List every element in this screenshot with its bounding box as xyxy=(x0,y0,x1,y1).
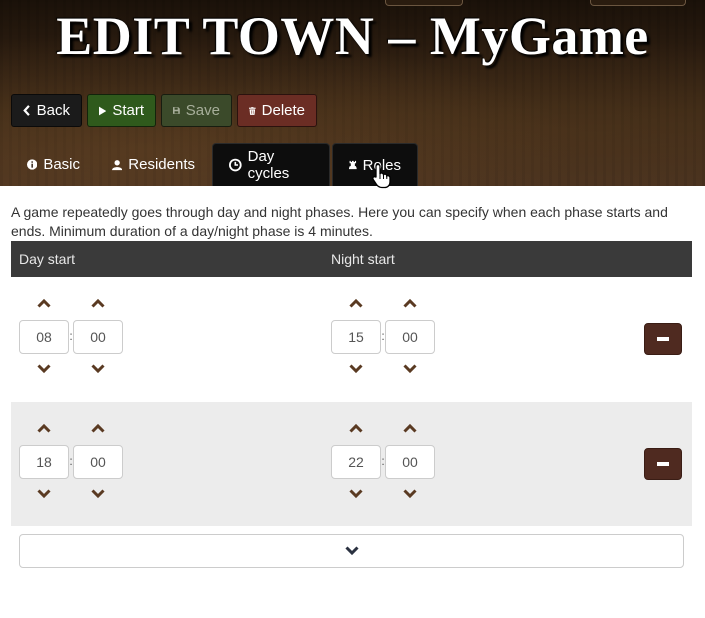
cycle-row: : : xyxy=(11,402,692,526)
chevron-up-icon xyxy=(91,298,105,308)
hour-decrement-button[interactable] xyxy=(341,359,371,379)
tab-label: Basic xyxy=(43,156,80,173)
chevron-down-icon xyxy=(91,364,105,374)
chevron-down-icon xyxy=(349,489,363,499)
hour-input[interactable] xyxy=(331,445,381,479)
minute-increment-button[interactable] xyxy=(83,418,113,438)
minute-input[interactable] xyxy=(73,320,123,354)
save-button-label: Save xyxy=(185,102,220,119)
chevron-up-icon xyxy=(37,423,51,433)
minute-input[interactable] xyxy=(73,445,123,479)
chevron-up-icon xyxy=(403,298,417,308)
tab-label: Residents xyxy=(128,156,195,173)
remove-cycle-button[interactable] xyxy=(644,323,682,355)
day-cycles-description: A game repeatedly goes through day and n… xyxy=(11,204,668,239)
back-button[interactable]: Back xyxy=(11,94,82,127)
chevron-down-icon xyxy=(91,489,105,499)
chevron-left-icon xyxy=(23,105,30,116)
tab-day-cycles[interactable]: Day cycles xyxy=(212,143,330,186)
minute-decrement-button[interactable] xyxy=(83,359,113,379)
hour-input[interactable] xyxy=(331,320,381,354)
hour-decrement-button[interactable] xyxy=(29,484,59,504)
minute-input[interactable] xyxy=(385,320,435,354)
minute-input[interactable] xyxy=(385,445,435,479)
chess-rook-icon xyxy=(349,160,357,170)
delete-button-label: Delete xyxy=(261,102,305,119)
chevron-up-icon xyxy=(91,423,105,433)
clock-icon xyxy=(229,158,242,172)
chevron-up-icon xyxy=(349,423,363,433)
hour-increment-button[interactable] xyxy=(29,293,59,313)
hour-decrement-button[interactable] xyxy=(29,359,59,379)
tab-basic[interactable]: Basic xyxy=(11,143,96,186)
minute-increment-button[interactable] xyxy=(395,418,425,438)
chevron-up-icon xyxy=(37,298,51,308)
minute-increment-button[interactable] xyxy=(83,293,113,313)
day-start-timepicker: : xyxy=(19,277,139,401)
chevron-down-icon xyxy=(349,364,363,374)
tab-roles[interactable]: Roles xyxy=(332,143,418,186)
hour-increment-button[interactable] xyxy=(341,418,371,438)
tab-bar: Basic Residents Day cycles Roles xyxy=(11,143,418,186)
start-button[interactable]: Start xyxy=(87,94,156,127)
chevron-down-icon xyxy=(403,489,417,499)
chevron-down-icon xyxy=(344,546,359,556)
hour-increment-button[interactable] xyxy=(341,293,371,313)
toolbar: Back Start Save Delete xyxy=(11,94,317,127)
night-start-header: Night start xyxy=(331,251,395,267)
tab-label: Day cycles xyxy=(247,148,290,182)
chevron-down-icon xyxy=(403,364,417,374)
hour-decrement-button[interactable] xyxy=(341,484,371,504)
delete-button[interactable]: Delete xyxy=(237,94,317,127)
tab-label: Roles xyxy=(362,156,401,174)
hour-input[interactable] xyxy=(19,320,69,354)
hour-input[interactable] xyxy=(19,445,69,479)
night-start-timepicker: : xyxy=(331,402,451,526)
minute-increment-button[interactable] xyxy=(395,293,425,313)
back-button-label: Back xyxy=(36,102,70,119)
tab-residents[interactable]: Residents xyxy=(96,143,211,186)
minute-decrement-button[interactable] xyxy=(395,484,425,504)
add-cycle-button[interactable] xyxy=(19,534,684,568)
chevron-down-icon xyxy=(37,489,51,499)
floppy-disk-icon xyxy=(173,107,180,114)
trash-icon xyxy=(249,106,256,115)
minus-icon xyxy=(657,337,669,341)
save-button[interactable]: Save xyxy=(161,94,232,127)
remove-cycle-button[interactable] xyxy=(644,448,682,480)
page-title: EDIT TOWN – MyGame xyxy=(56,6,649,66)
table-header: Day start Night start xyxy=(11,241,692,277)
page-header: EDIT TOWN – MyGame Back Start Save Delet… xyxy=(0,0,705,186)
day-start-header: Day start xyxy=(19,251,76,267)
minute-decrement-button[interactable] xyxy=(83,484,113,504)
play-icon xyxy=(99,106,107,115)
chevron-up-icon xyxy=(349,298,363,308)
chevron-down-icon xyxy=(37,364,51,374)
user-icon xyxy=(112,159,123,170)
hour-increment-button[interactable] xyxy=(29,418,59,438)
start-button-label: Start xyxy=(112,102,144,119)
minus-icon xyxy=(657,462,669,466)
cycle-row: : : xyxy=(11,277,692,401)
day-start-timepicker: : xyxy=(19,402,139,526)
minute-decrement-button[interactable] xyxy=(395,359,425,379)
info-circle-icon xyxy=(27,159,38,170)
chevron-up-icon xyxy=(403,423,417,433)
night-start-timepicker: : xyxy=(331,277,451,401)
